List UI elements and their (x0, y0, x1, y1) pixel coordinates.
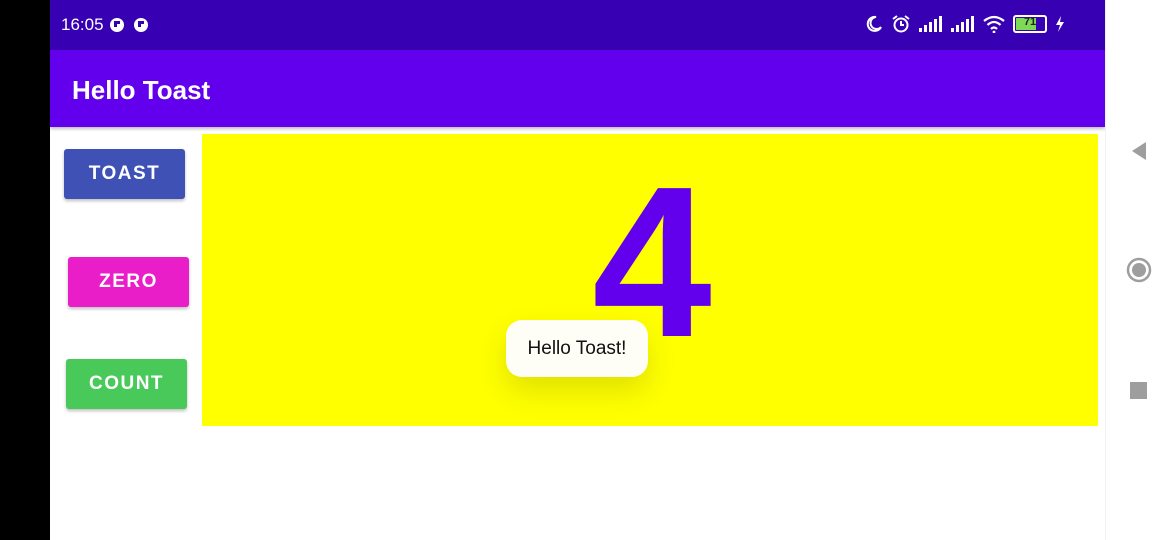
charging-icon (1056, 16, 1064, 32)
left-black-bar (0, 0, 50, 540)
count-panel: 4 (202, 134, 1098, 426)
status-bar: 16:05 71 (50, 0, 1105, 50)
toast-button[interactable]: TOAST (64, 149, 185, 199)
notification-icon (109, 18, 124, 32)
signal-icon (951, 16, 974, 32)
moon-icon (866, 15, 882, 32)
zero-button[interactable]: ZERO (68, 257, 189, 307)
home-button[interactable] (1106, 257, 1170, 283)
recents-icon (1130, 381, 1147, 399)
app-bar: Hello Toast (50, 50, 1105, 127)
status-time: 16:05 (61, 15, 104, 34)
app-title: Hello Toast (72, 75, 211, 105)
count-button[interactable]: COUNT (66, 359, 187, 409)
back-icon (1131, 142, 1146, 160)
signal-icon (919, 16, 942, 32)
wifi-icon (983, 15, 1005, 33)
back-button[interactable] (1106, 140, 1170, 162)
battery-icon: 71 (1013, 15, 1047, 33)
home-icon (1126, 257, 1151, 283)
alarm-icon (892, 15, 910, 33)
navigation-bar (1105, 0, 1170, 540)
battery-level: 71 (1023, 16, 1037, 28)
notification-icon (133, 18, 148, 32)
toast-message: Hello Toast! (506, 320, 648, 377)
recents-button[interactable] (1106, 381, 1170, 399)
